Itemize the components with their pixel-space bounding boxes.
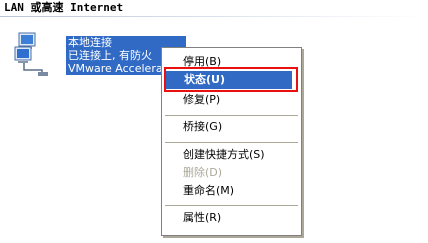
menu-item-disable[interactable]: 停用(B) <box>163 53 300 71</box>
menu-item-rename[interactable]: 重命名(M) <box>163 182 300 200</box>
section-header: LAN 或高速 Internet <box>4 1 124 14</box>
menu-item-repair[interactable]: 修复(P) <box>163 91 300 109</box>
network-connection-icon[interactable] <box>12 30 60 78</box>
context-menu: 停用(B) 状态(U) 修复(P) 桥接(G) 创建快捷方式(S) 删除(D) … <box>161 47 302 236</box>
menu-item-create-shortcut[interactable]: 创建快捷方式(S) <box>163 146 300 164</box>
menu-separator <box>165 115 298 116</box>
menu-item-delete: 删除(D) <box>183 166 223 179</box>
menu-separator <box>165 142 298 143</box>
menu-separator <box>165 205 298 206</box>
header-divider <box>0 16 428 17</box>
menu-item-bridge[interactable]: 桥接(G) <box>163 118 300 136</box>
menu-item-properties[interactable]: 属性(R) <box>163 209 300 227</box>
menu-item-status[interactable]: 状态(U) <box>164 71 292 89</box>
